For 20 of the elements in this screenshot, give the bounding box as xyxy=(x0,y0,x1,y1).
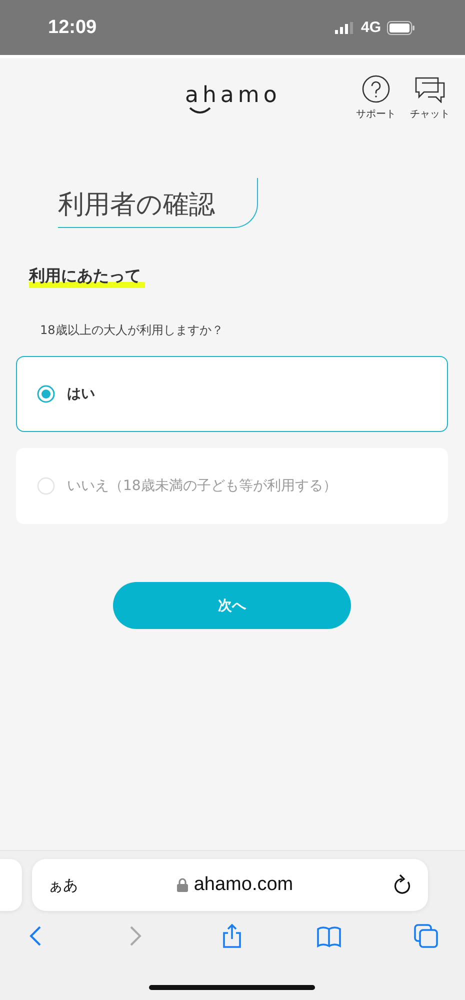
signal-icon xyxy=(334,22,355,34)
text-size-button[interactable]: ぁあ xyxy=(48,876,78,894)
support-button[interactable]: サポート xyxy=(356,75,396,121)
logo: ahamo xyxy=(185,82,281,114)
section-heading: 利用にあたって xyxy=(29,266,145,288)
battery-icon xyxy=(387,20,415,34)
smile-icon xyxy=(189,106,211,114)
lock-icon xyxy=(176,878,188,892)
url-text: ahamo.com xyxy=(194,874,294,896)
question-text: 18歳以上の大人が利用しますか？ xyxy=(40,322,224,340)
network-label: 4G xyxy=(360,19,381,36)
tabs-icon[interactable] xyxy=(413,923,439,949)
clock: 12:09 xyxy=(48,16,98,38)
reload-icon[interactable] xyxy=(392,874,412,896)
address-bar[interactable]: ぁあ ahamo.com xyxy=(32,859,428,911)
chat-button[interactable]: チャット xyxy=(410,75,450,121)
radio-option[interactable]: はい xyxy=(16,356,448,432)
help-icon xyxy=(360,75,392,103)
chat-icon xyxy=(414,75,446,103)
page-title: 利用者の確認 xyxy=(58,189,215,222)
